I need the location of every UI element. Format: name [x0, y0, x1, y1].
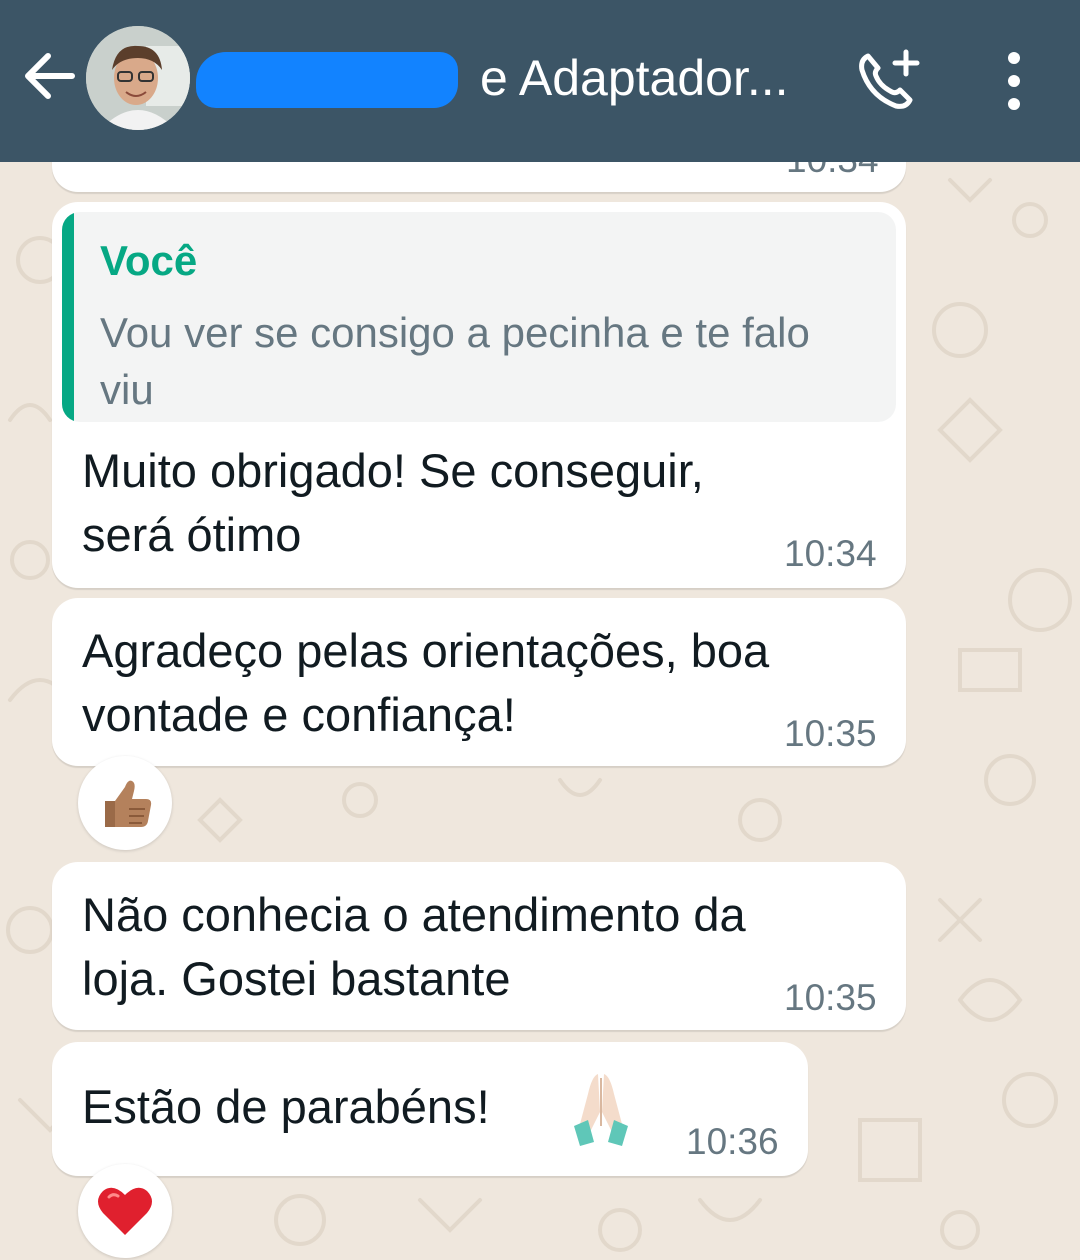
message-text: Não conhecia o atendimento da [82, 888, 746, 941]
message-time: 10:34 [784, 533, 877, 574]
arrow-left-icon[interactable] [18, 44, 82, 108]
quote-author: Você [100, 237, 198, 284]
quote-text: Vou ver se consigo a pecinha e te falo v… [100, 309, 810, 413]
chat-header: I e Adaptador... [0, 0, 1080, 162]
message-text: Agradeço pelas orientações, boa [82, 624, 770, 677]
heart-icon [98, 1187, 152, 1235]
reaction-red-heart[interactable] [78, 1164, 172, 1258]
message-text: loja. Gostei bastante [82, 952, 511, 1005]
redaction-mark [196, 52, 458, 108]
message-time: 10:35 [784, 977, 877, 1018]
thumbs-up-icon [105, 780, 152, 827]
message-time: 10:36 [686, 1121, 779, 1162]
message-time: 10:35 [784, 713, 877, 754]
add-call-icon[interactable] [854, 46, 924, 116]
quoted-message[interactable]: Você Vou ver se consigo a pecinha e te f… [62, 212, 896, 422]
more-vertical-icon[interactable] [990, 46, 1038, 116]
message-text: Estão de parabéns! [82, 1080, 490, 1133]
avatar[interactable] [86, 26, 190, 130]
message-text: vontade e confiança! [82, 688, 516, 741]
message-text: será ótimo [82, 508, 302, 561]
reaction-thumbs-up[interactable] [78, 756, 172, 850]
message-text: Muito obrigado! Se conseguir, [82, 444, 704, 497]
folded-hands-emoji [568, 1068, 634, 1148]
quote-accent-bar [62, 212, 74, 422]
